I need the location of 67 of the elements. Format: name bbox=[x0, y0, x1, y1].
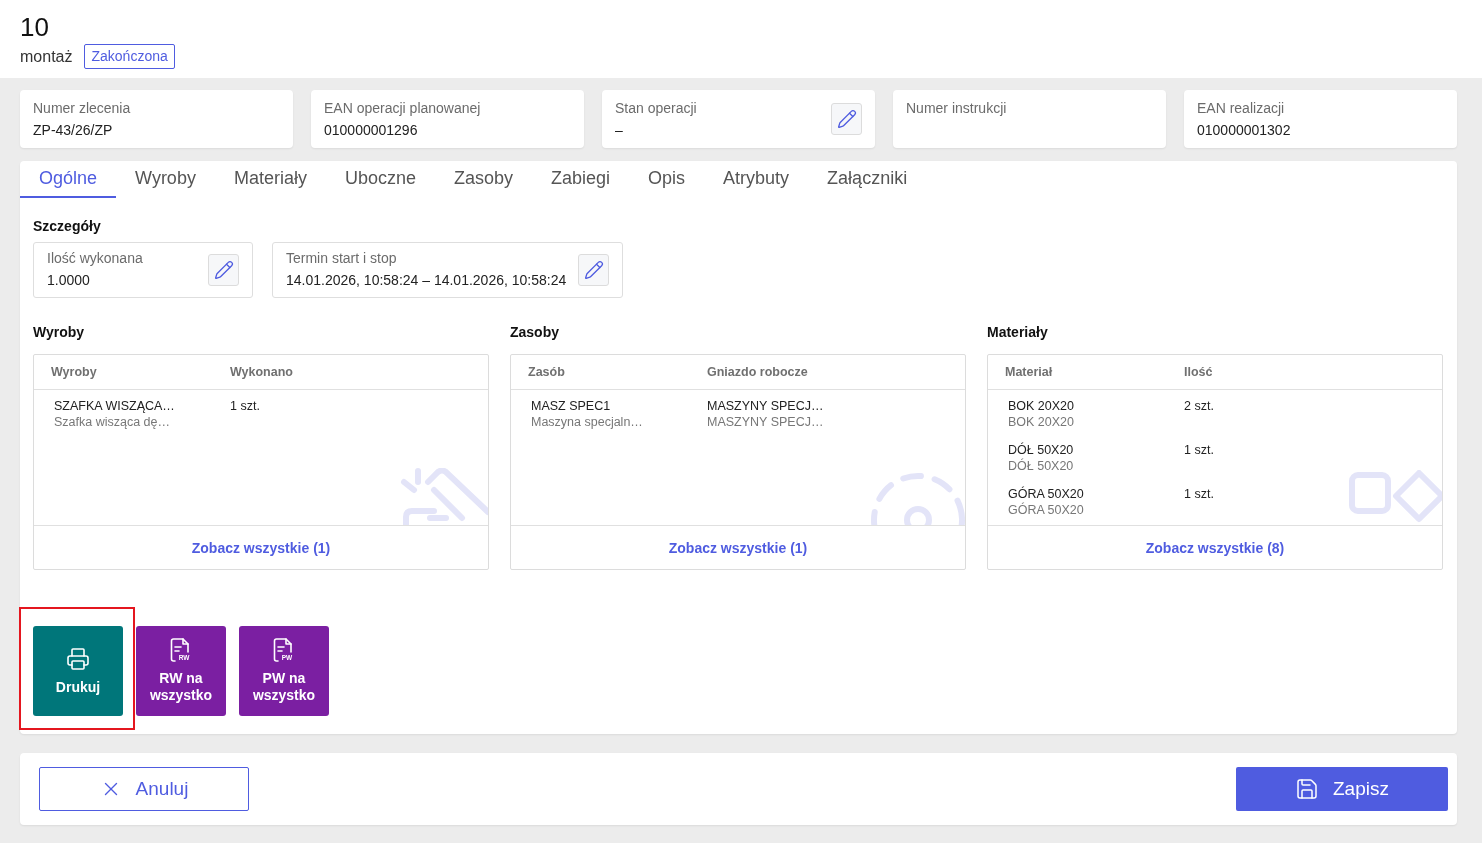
pencil-icon bbox=[836, 109, 857, 129]
cell-text: DÓŁ 50X20 bbox=[1008, 442, 1074, 458]
field-value: 010000001296 bbox=[324, 122, 419, 139]
field-label: EAN operacji planowanej bbox=[324, 100, 481, 117]
cell-subtext: Maszyna specjaln… bbox=[531, 414, 643, 430]
printer-icon bbox=[66, 646, 90, 671]
field-value: 010000001302 bbox=[1197, 122, 1291, 139]
edit-button[interactable] bbox=[831, 103, 862, 135]
page-title: 10 bbox=[20, 12, 50, 42]
column-header: Wykonano bbox=[230, 365, 294, 379]
cell-text: 1 szt. bbox=[230, 398, 260, 414]
tab[interactable]: Załączniki bbox=[808, 161, 927, 198]
cell-subtext: MASZYNY SPECJ… bbox=[707, 414, 824, 430]
box-icon bbox=[400, 468, 488, 525]
cell-text: SZAFKA WISZĄCA… bbox=[54, 398, 175, 414]
see-all-link[interactable]: Zobacz wszystkie (1) bbox=[668, 539, 808, 556]
cell-subtext: BOK 20X20 bbox=[1008, 414, 1074, 430]
field-value: – bbox=[615, 122, 624, 139]
cell-subtext: Szafka wisząca dę… bbox=[54, 414, 171, 430]
column-header: Wyroby bbox=[51, 365, 98, 379]
section-title: Zasoby bbox=[510, 324, 560, 341]
field-label: Stan operacji bbox=[615, 100, 697, 117]
tab[interactable]: Materiały bbox=[214, 161, 326, 198]
section-title: Materiały bbox=[987, 324, 1049, 341]
field-label: Numer zlecenia bbox=[33, 100, 131, 117]
section-title: Wyroby bbox=[33, 324, 86, 341]
tab[interactable]: Wyroby bbox=[116, 161, 215, 198]
column-header: Zasób bbox=[528, 365, 566, 379]
field-label: Ilość wykonana bbox=[47, 250, 143, 267]
field-value: 14.01.2026, 10:58:24 – 14.01.2026, 10:58:24 bbox=[286, 272, 567, 289]
cell-text: 1 szt. bbox=[1184, 442, 1214, 458]
action-button[interactable]: Drukuj bbox=[33, 626, 123, 716]
tab[interactable]: Zasoby bbox=[435, 161, 532, 198]
tab[interactable]: Zabiegi bbox=[532, 161, 630, 198]
edit-button[interactable] bbox=[208, 254, 239, 286]
see-all-link[interactable]: Zobacz wszystkie (8) bbox=[1145, 539, 1285, 556]
cancel-button[interactable]: Anuluj bbox=[39, 767, 249, 811]
field-value: 1.0000 bbox=[47, 272, 91, 289]
see-all-link[interactable]: Zobacz wszystkie (1) bbox=[191, 539, 331, 556]
cell-text: 2 szt. bbox=[1184, 398, 1214, 414]
column-header: Ilość bbox=[1184, 365, 1214, 379]
save-button[interactable]: Zapisz bbox=[1236, 767, 1448, 811]
cell-text: MASZ SPEC1 bbox=[531, 398, 611, 414]
tab[interactable]: Atrybuty bbox=[704, 161, 809, 198]
cell-text: 1 szt. bbox=[1184, 486, 1214, 502]
column-header: Gniazdo robocze bbox=[707, 365, 809, 379]
tab[interactable]: Ogólne bbox=[20, 161, 117, 198]
tab[interactable]: Opis bbox=[629, 161, 705, 198]
field-label: Numer instrukcji bbox=[906, 100, 1007, 117]
operation-name: montaż bbox=[20, 47, 73, 66]
edit-button[interactable] bbox=[578, 254, 610, 286]
cell-text: BOK 20X20 bbox=[1008, 398, 1074, 414]
cell-text: MASZYNY SPECJ… bbox=[707, 398, 824, 414]
cell-text: GÓRA 50X20 bbox=[1008, 486, 1084, 502]
pencil-icon bbox=[213, 260, 234, 280]
save-icon bbox=[1295, 777, 1319, 801]
field-label: EAN realizacji bbox=[1197, 100, 1286, 117]
tab[interactable]: Uboczne bbox=[325, 161, 435, 198]
field-value: ZP-43/26/ZP bbox=[33, 122, 114, 139]
pencil-icon bbox=[583, 260, 604, 280]
column-header: Materiał bbox=[1005, 365, 1054, 379]
section-title: Szczegóły bbox=[33, 218, 102, 235]
cell-subtext: GÓRA 50X20 bbox=[1008, 502, 1084, 518]
status-badge: Zakończona bbox=[84, 44, 175, 69]
field-label: Termin start i stop bbox=[286, 250, 398, 267]
square-diamond-icon bbox=[1348, 470, 1442, 525]
cell-subtext: DÓŁ 50X20 bbox=[1008, 458, 1074, 474]
